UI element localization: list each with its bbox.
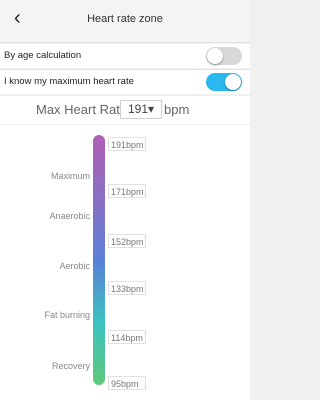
- max-heart-rate-unit: bpm: [164, 102, 190, 117]
- toggle-knob: [225, 74, 241, 90]
- dropdown-arrow-icon: ▾: [148, 102, 155, 116]
- page-title: Heart rate zone: [87, 13, 163, 25]
- by-age-toggle[interactable]: [206, 47, 242, 65]
- know-max-label: I know my maximum heart rate: [4, 76, 134, 87]
- zone-label-anaerobic: Anaerobic: [49, 211, 90, 221]
- bpm-mark: 114bpm: [108, 330, 146, 344]
- know-max-toggle[interactable]: [206, 73, 242, 91]
- zone-label-fat-burning: Fat burning: [44, 310, 90, 320]
- bpm-mark: 171bpm: [108, 184, 146, 198]
- bpm-mark: 95bpm: [108, 376, 146, 390]
- zone-label-maximum: Maximum: [50, 171, 90, 181]
- know-max-row: I know my maximum heart rate: [0, 70, 250, 94]
- max-heart-rate-select[interactable]: 191▾: [120, 100, 162, 119]
- bpm-mark: 133bpm: [108, 281, 146, 295]
- zone-label-aerobic: Aerobic: [59, 261, 90, 271]
- max-heart-rate-row: Max Heart Rate 191▾ bpm: [0, 96, 250, 124]
- by-age-row: By age calculation: [0, 44, 250, 68]
- zone-label-recovery: Recovery: [51, 361, 90, 371]
- bpm-mark: 191bpm: [108, 137, 146, 151]
- bpm-mark: 152bpm: [108, 234, 146, 248]
- max-heart-rate-label: Max Heart Rate: [36, 102, 128, 117]
- zone-gradient-bar: [93, 135, 105, 385]
- max-heart-rate-value: 191: [127, 102, 148, 116]
- zone-panel: Maximum Anaerobic Aerobic Fat burning Re…: [0, 125, 250, 400]
- by-age-label: By age calculation: [4, 50, 82, 61]
- toggle-knob: [207, 48, 223, 64]
- header-bar: ‹ Heart rate zone: [0, 0, 250, 43]
